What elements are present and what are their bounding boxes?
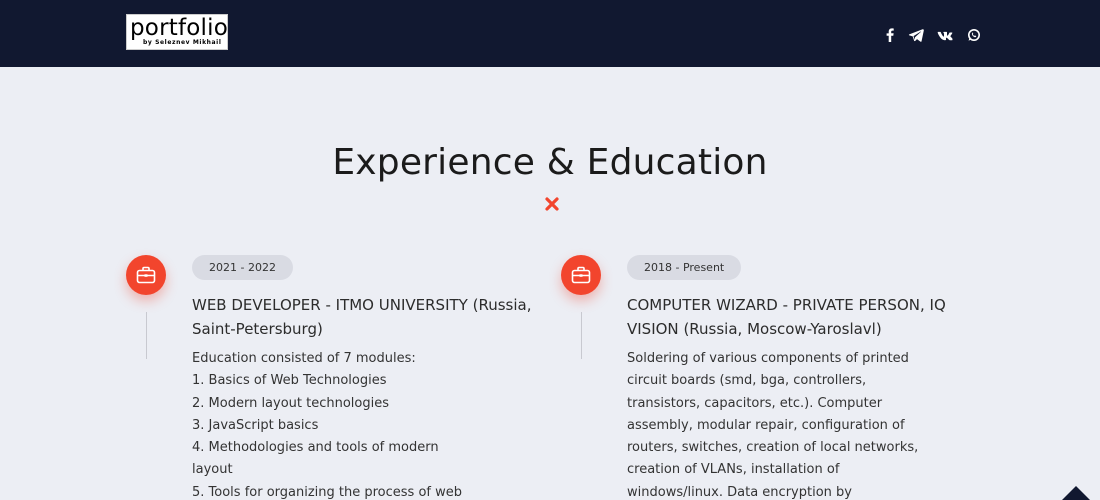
description-line: creation of VLANs, installation of bbox=[627, 462, 840, 478]
briefcase-icon bbox=[126, 255, 166, 295]
section-title: Experience & Education bbox=[332, 142, 768, 183]
item-description: Soldering of various components of print… bbox=[627, 348, 957, 500]
description-line: Education consisted of 7 modules: bbox=[192, 351, 416, 366]
date-badge: 2018 - Present bbox=[627, 255, 742, 280]
description-line: assembly, modular repair, configuration … bbox=[627, 417, 905, 433]
timeline-line bbox=[146, 312, 147, 359]
job-title-main: WEB DEVELOPER - ITMO UNIVERSITY bbox=[192, 296, 468, 314]
portfolio-logo[interactable]: portfolio by Seleznev Mikhail bbox=[126, 14, 228, 50]
description-line: 5. Tools for organizing the process of w… bbox=[192, 484, 462, 500]
description-line: 2. Modern layout technologies bbox=[192, 395, 390, 411]
x-icon bbox=[545, 197, 559, 211]
vk-icon[interactable] bbox=[937, 27, 953, 43]
description-line: routers, switches, creation of local net… bbox=[627, 440, 919, 456]
logo-subtitle: by Seleznev Mikhail bbox=[143, 39, 222, 46]
whatsapp-icon[interactable] bbox=[966, 27, 982, 43]
description-line: transistors, capacitors, etc.). Computer bbox=[627, 395, 883, 411]
facebook-icon[interactable] bbox=[882, 27, 898, 43]
job-title: WEB DEVELOPER - ITMO UNIVERSITY (Russia,… bbox=[192, 293, 552, 341]
logo-text: portfolio bbox=[130, 15, 228, 41]
job-title-location: (Russia, Moscow-Yaroslavl) bbox=[678, 320, 882, 338]
job-title: COMPUTER WIZARD - PRIVATE PERSON, IQ VIS… bbox=[627, 293, 957, 341]
description-line: 1. Basics of Web Technologies bbox=[192, 373, 387, 389]
description-line: 3. JavaScript basics bbox=[192, 417, 319, 433]
arrow-up-icon[interactable] bbox=[1062, 486, 1090, 500]
description-line: windows/linux. Data encryption by bbox=[627, 484, 852, 500]
telegram-icon[interactable] bbox=[908, 27, 924, 43]
description-line: circuit boards (smd, bga, controllers, bbox=[627, 373, 867, 389]
navbar: portfolio by Seleznev Mikhail bbox=[0, 0, 1100, 67]
timeline-line bbox=[581, 312, 582, 359]
description-line: layout bbox=[192, 462, 233, 478]
date-badge: 2021 - 2022 bbox=[192, 255, 293, 280]
description-line: 4. Methodologies and tools of modern bbox=[192, 440, 439, 456]
description-line: Soldering of various components of print… bbox=[627, 351, 909, 366]
item-description: Education consisted of 7 modules: 1. Bas… bbox=[192, 348, 552, 500]
briefcase-icon bbox=[561, 255, 601, 295]
